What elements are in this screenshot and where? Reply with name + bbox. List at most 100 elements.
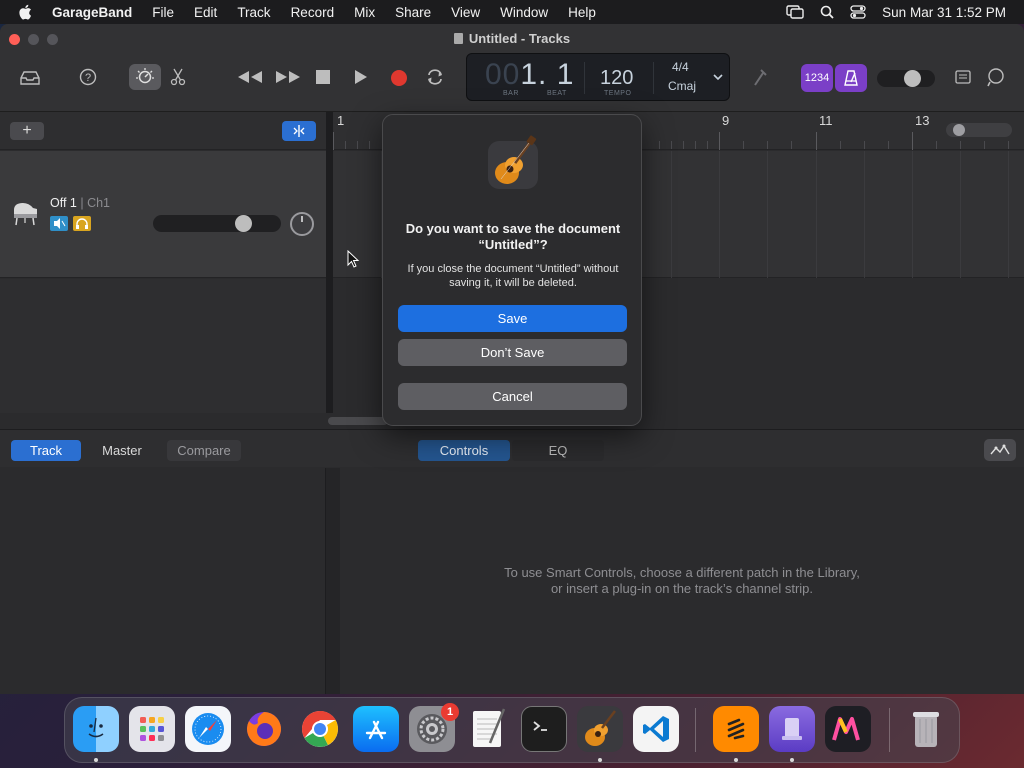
headphones-icon — [76, 218, 88, 229]
lcd-tempo[interactable]: 120 — [600, 67, 633, 90]
menu-record[interactable]: Record — [291, 5, 335, 20]
ruler-tick — [816, 132, 817, 150]
control-center-icon[interactable] — [850, 5, 866, 19]
grand-piano-icon — [11, 200, 39, 231]
library-icon[interactable] — [18, 68, 42, 88]
lcd-chevron-down-icon[interactable] — [713, 70, 723, 84]
lcd-display[interactable]: 001. 1 BAR BEAT 120 TEMPO 4/4 Cmaj — [466, 53, 730, 101]
stop-icon[interactable] — [314, 68, 332, 86]
grid-line — [767, 151, 768, 278]
garageband-icon[interactable] — [577, 706, 623, 752]
loop-browser-icon[interactable] — [985, 66, 1007, 88]
scissors-icon[interactable] — [168, 66, 188, 88]
smart-controls-left-pane — [0, 468, 326, 694]
firefox-icon[interactable] — [241, 706, 287, 752]
dialog-message: If you close the document “Untitled” wit… — [407, 263, 619, 289]
ruler-tick — [840, 141, 841, 149]
menu-window[interactable]: Window — [500, 5, 548, 20]
tab-track[interactable]: Track — [11, 440, 81, 461]
chrome-icon[interactable] — [297, 706, 343, 752]
fast-forward-icon[interactable] — [274, 68, 302, 86]
metronome-icon — [844, 70, 858, 86]
ruler-tick — [767, 141, 768, 149]
dont-save-button[interactable]: Don’t Save — [398, 339, 627, 366]
simulator-icon[interactable] — [769, 706, 815, 752]
tab-master[interactable]: Master — [86, 440, 158, 461]
lcd-time-signature[interactable]: 4/4 — [672, 60, 689, 74]
dock-separator — [889, 708, 890, 752]
master-volume-knob[interactable] — [904, 70, 921, 87]
menu-view[interactable]: View — [451, 5, 480, 20]
add-track-button[interactable]: + — [10, 122, 44, 140]
menu-track[interactable]: Track — [237, 5, 270, 20]
cancel-button[interactable]: Cancel — [398, 383, 627, 410]
smart-controls-message-line: or insert a plug-in on the track’s chann… — [550, 581, 814, 596]
lcd-separator — [584, 62, 585, 94]
metronome-button[interactable] — [835, 64, 867, 92]
track-volume-knob[interactable] — [235, 215, 252, 232]
rewind-icon[interactable] — [236, 68, 264, 86]
trash-icon[interactable] — [903, 706, 949, 752]
ruler-tick — [333, 132, 334, 150]
tuner-icon[interactable] — [750, 66, 770, 88]
ruler-tick — [719, 132, 720, 150]
cycle-icon[interactable] — [424, 68, 446, 86]
record-icon[interactable] — [389, 68, 409, 88]
apple-menu-icon[interactable] — [18, 4, 34, 20]
save-button[interactable]: Save — [398, 305, 627, 332]
spotlight-search-icon[interactable] — [820, 5, 834, 19]
ruler-tick — [743, 141, 744, 149]
menu-mix[interactable]: Mix — [354, 5, 375, 20]
ruler-tick — [1008, 141, 1009, 149]
smart-controls-message: To use Smart Controls, choose a differen… — [340, 565, 1024, 597]
grid-line — [864, 151, 865, 278]
monodraw-icon[interactable] — [825, 706, 871, 752]
compare-button[interactable]: Compare — [167, 440, 241, 461]
dialog-title: Do you want to save the document “Untitl… — [405, 221, 621, 252]
catch-playhead-icon — [293, 125, 305, 137]
app-store-icon[interactable] — [353, 706, 399, 752]
menu-edit[interactable]: Edit — [194, 5, 217, 20]
tab-controls[interactable]: Controls — [418, 440, 510, 461]
count-in-button[interactable]: 1234 — [801, 64, 833, 92]
menubar-clock[interactable]: Sun Mar 31 1:52 PM — [882, 5, 1006, 20]
finder-icon[interactable] — [73, 706, 119, 752]
horizontal-zoom-knob[interactable] — [953, 124, 965, 136]
menu-help[interactable]: Help — [568, 5, 596, 20]
menu-bar: GarageBand File Edit Track Record Mix Sh… — [0, 0, 1024, 24]
ruler-tick — [683, 141, 684, 149]
garageband-app-icon — [485, 135, 541, 193]
screen-mirroring-icon[interactable] — [786, 5, 804, 19]
ruler-tick — [357, 141, 358, 149]
dock — [64, 697, 960, 763]
track-name[interactable]: Off 1 | Ch1 — [50, 196, 110, 210]
menu-share[interactable]: Share — [395, 5, 431, 20]
launchpad-icon[interactable] — [129, 706, 175, 752]
textedit-icon[interactable] — [465, 706, 511, 752]
catch-playhead-button[interactable] — [282, 121, 316, 141]
track-pan-knob[interactable] — [290, 212, 314, 236]
solo-button[interactable] — [73, 216, 91, 231]
grid-line — [912, 151, 913, 278]
svg-text:?: ? — [85, 72, 91, 84]
smart-controls-inspector-button[interactable] — [984, 439, 1016, 461]
smart-controls-button[interactable] — [129, 64, 161, 90]
vscode-icon[interactable] — [633, 706, 679, 752]
mute-button[interactable] — [50, 216, 68, 231]
lcd-bar-label: BAR — [503, 90, 519, 97]
lcd-tempo-label: TEMPO — [604, 90, 632, 97]
menu-file[interactable]: File — [152, 5, 174, 20]
quick-help-icon[interactable]: ? — [77, 66, 99, 88]
notepad-icon[interactable] — [953, 68, 973, 86]
horizontal-scrollbar[interactable] — [328, 417, 388, 425]
pane-divider[interactable] — [326, 112, 333, 413]
safari-icon[interactable] — [185, 706, 231, 752]
ruler-mark: 13 — [915, 113, 930, 128]
play-icon[interactable] — [352, 68, 370, 86]
lcd-key[interactable]: Cmaj — [668, 79, 696, 93]
tab-eq[interactable]: EQ — [512, 440, 604, 461]
track-volume-slider[interactable] — [153, 215, 281, 232]
menu-app-name[interactable]: GarageBand — [52, 5, 132, 20]
tableplus-icon[interactable] — [713, 706, 759, 752]
terminal-icon[interactable] — [521, 706, 567, 752]
